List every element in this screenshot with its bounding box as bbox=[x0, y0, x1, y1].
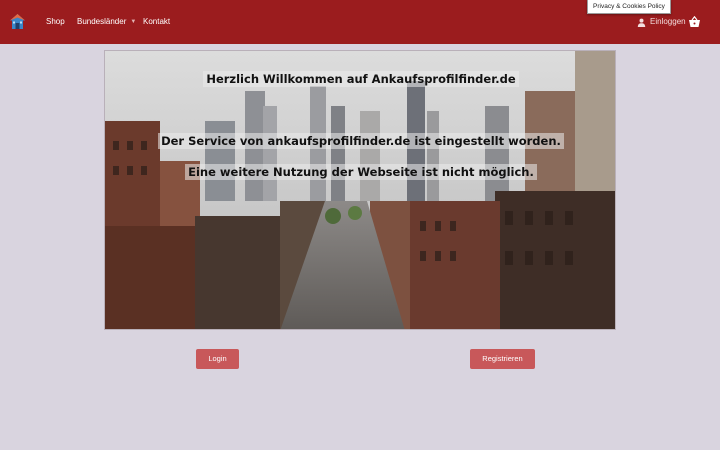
no-further-use-notice: Eine weitere Nutzung der Webseite ist ni… bbox=[105, 164, 615, 180]
nav-bundeslaender[interactable]: Bundesländer ▼ bbox=[77, 0, 136, 44]
house-icon[interactable] bbox=[9, 13, 26, 30]
nav-bundeslaender-label: Bundesländer bbox=[77, 17, 127, 26]
service-ended-text: Der Service von ankaufsprofilfinder.de i… bbox=[158, 133, 564, 149]
welcome-heading: Herzlich Willkommen auf Ankaufsprofilfin… bbox=[105, 71, 615, 87]
user-icon bbox=[637, 18, 646, 27]
chevron-down-icon: ▼ bbox=[130, 19, 137, 25]
register-button[interactable]: Registrieren bbox=[470, 349, 535, 369]
nav-shop[interactable]: Shop bbox=[46, 0, 65, 44]
welcome-heading-text: Herzlich Willkommen auf Ankaufsprofilfin… bbox=[203, 71, 519, 87]
nav-kontakt[interactable]: Kontakt bbox=[143, 0, 170, 44]
basket-icon[interactable] bbox=[688, 16, 701, 28]
city-street-photo bbox=[105, 51, 615, 329]
login-button[interactable]: Login bbox=[196, 349, 239, 369]
no-further-use-text: Eine weitere Nutzung der Webseite ist ni… bbox=[185, 164, 537, 180]
hero-city-image: Herzlich Willkommen auf Ankaufsprofilfin… bbox=[104, 50, 616, 330]
privacy-policy-link[interactable]: Privacy & Cookies Policy bbox=[587, 0, 671, 14]
service-ended-notice: Der Service von ankaufsprofilfinder.de i… bbox=[105, 133, 615, 149]
